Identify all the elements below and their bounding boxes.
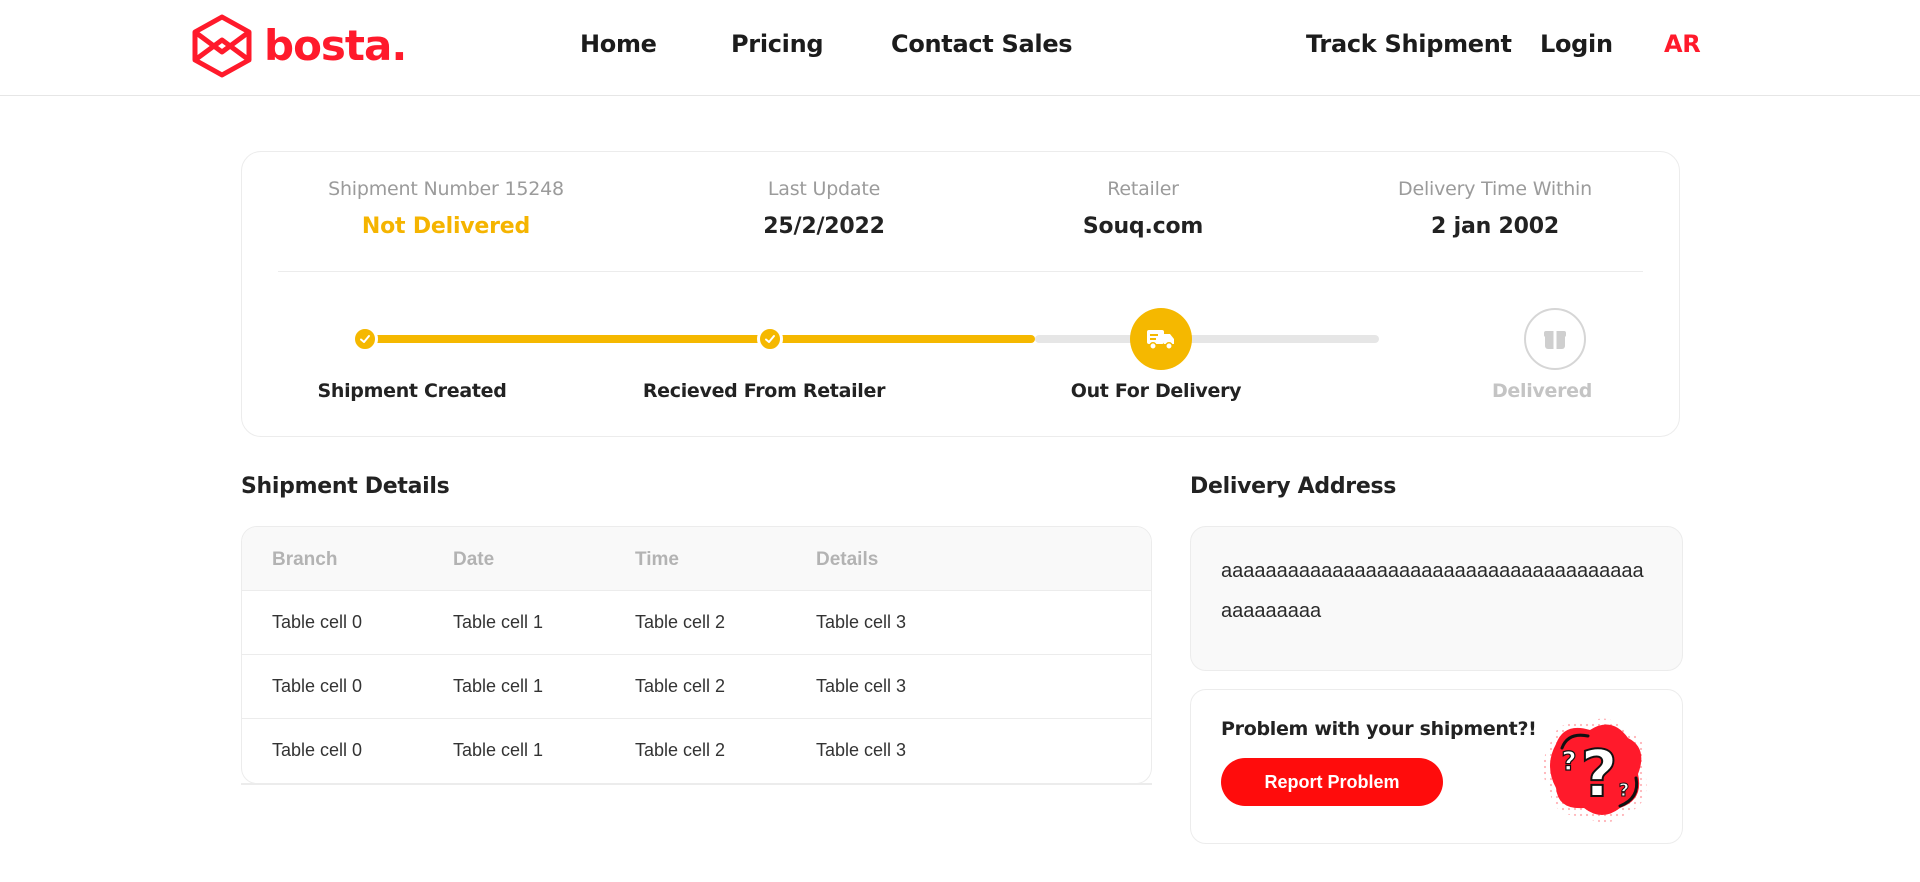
table-cell: Table cell 1 <box>453 612 544 632</box>
problem-question-text: Problem with your shipment?! <box>1221 718 1537 740</box>
column-header-branch: Branch <box>272 549 338 570</box>
nav-contact-sales-link[interactable]: Contact Sales <box>891 30 1073 58</box>
shipment-number-block: Shipment Number 15248 Not Delivered <box>328 178 564 239</box>
check-icon <box>765 335 775 343</box>
table-bottom-rule <box>241 783 1152 785</box>
table-cell: Table cell 2 <box>635 612 726 632</box>
column-header-date: Date <box>453 549 495 570</box>
table-row: Table cell 0 Table cell 1 Table cell 2 T… <box>242 655 1151 719</box>
table-cell: Table cell 3 <box>816 612 907 632</box>
nav-home-link[interactable]: Home <box>580 30 657 58</box>
svg-text:?: ? <box>1561 747 1576 777</box>
table-row: Table cell 0 Table cell 1 Table cell 2 T… <box>242 591 1151 655</box>
shipment-details-title: Shipment Details <box>241 474 450 499</box>
table-cell: Table cell 2 <box>635 740 726 760</box>
nav-track-shipment-link[interactable]: Track Shipment <box>1306 30 1512 58</box>
progress-track-completed <box>365 335 1035 343</box>
delivery-time-label: Delivery Time Within <box>1398 178 1592 200</box>
nav-login-link[interactable]: Login <box>1540 30 1613 58</box>
svg-text:?: ? <box>1619 780 1629 801</box>
svg-text:?: ? <box>1580 738 1617 812</box>
delivery-time-block: Delivery Time Within 2 jan 2002 <box>1398 178 1592 239</box>
table-cell: Table cell 1 <box>453 676 544 696</box>
last-update-block: Last Update 25/2/2022 <box>763 178 885 239</box>
table-cell: Table cell 3 <box>816 740 907 760</box>
card-divider <box>278 271 1643 272</box>
table-cell: Table cell 1 <box>453 740 544 760</box>
table-row: Table cell 0 Table cell 1 Table cell 2 T… <box>242 719 1151 783</box>
progress-track-pending <box>1035 335 1379 343</box>
brand-name: bosta <box>264 21 392 70</box>
delivery-address-text: aaaaaaaaaaaaaaaaaaaaaaaaaaaaaaaaaaaaaaaa… <box>1221 560 1644 622</box>
table-header-row: Branch Date Time Details <box>242 527 1151 591</box>
retailer-label: Retailer <box>1107 178 1179 200</box>
report-problem-button[interactable]: Report Problem <box>1221 758 1443 806</box>
language-switch-ar[interactable]: AR <box>1664 30 1701 58</box>
step-out-for-delivery-marker <box>1130 308 1192 370</box>
shipment-status-card: Shipment Number 15248 Not Delivered Last… <box>241 151 1680 437</box>
delivery-address-card: aaaaaaaaaaaaaaaaaaaaaaaaaaaaaaaaaaaaaaaa… <box>1190 526 1683 671</box>
bosta-box-logo-icon <box>192 14 252 78</box>
step-label-received: Recieved From Retailer <box>642 380 886 402</box>
table-cell: Table cell 2 <box>635 676 726 696</box>
step-label-shipment-created: Shipment Created <box>317 380 507 402</box>
table-cell: Table cell 0 <box>272 676 363 696</box>
table-cell: Table cell 0 <box>272 612 363 632</box>
shipment-status-value: Not Delivered <box>361 214 531 239</box>
last-update-label: Last Update <box>767 178 881 200</box>
table-cell: Table cell 3 <box>816 676 907 696</box>
shipment-number-label: Shipment Number 15248 <box>328 178 564 200</box>
shipment-details-table: Branch Date Time Details Table cell 0 Ta… <box>241 526 1152 784</box>
step-received-marker <box>757 326 783 352</box>
site-header: bosta. Home Pricing Contact Sales Track … <box>0 0 1920 96</box>
column-header-details: Details <box>816 549 879 570</box>
column-header-time: Time <box>635 549 680 570</box>
step-label-out-for-delivery: Out For Delivery <box>1070 380 1242 402</box>
retailer-value: Souq.com <box>1082 214 1204 239</box>
table-cell: Table cell 0 <box>272 740 363 760</box>
report-problem-card: Problem with your shipment?! Report Prob… <box>1190 689 1683 844</box>
nav-pricing-link[interactable]: Pricing <box>731 30 824 58</box>
delivery-time-value: 2 jan 2002 <box>1431 214 1559 239</box>
retailer-block: Retailer Souq.com <box>1083 178 1203 239</box>
delivery-address-title: Delivery Address <box>1190 474 1397 499</box>
brand-logo[interactable]: bosta. <box>190 14 407 78</box>
last-update-value: 25/2/2022 <box>763 214 885 239</box>
delivery-truck-icon <box>1147 330 1174 350</box>
step-label-delivered: Delivered <box>1491 380 1593 402</box>
step-shipment-created-marker <box>352 326 378 352</box>
package-box-icon <box>1544 331 1566 349</box>
question-mark-illustration-icon: ? ? ? <box>1543 718 1647 823</box>
brand-dot: . <box>391 21 408 70</box>
step-delivered-marker <box>1524 308 1586 370</box>
check-icon <box>360 335 370 343</box>
